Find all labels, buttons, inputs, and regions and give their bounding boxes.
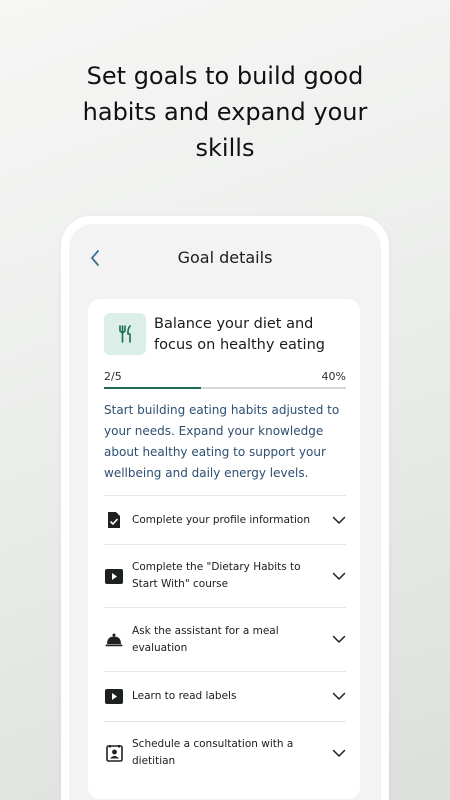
goal-title: Balance your diet and focus on healthy e… bbox=[154, 316, 325, 353]
task-item[interactable]: Learn to read labels bbox=[104, 671, 346, 721]
progress-row: 2/5 40% bbox=[104, 370, 346, 386]
play-icon bbox=[105, 567, 123, 585]
document-check-icon bbox=[105, 511, 123, 529]
goal-description: Start building eating habits adjusted to… bbox=[104, 403, 340, 480]
screen-title: Goal details bbox=[177, 248, 273, 267]
task-item[interactable]: Complete the "Dietary Habits to Start Wi… bbox=[104, 544, 346, 607]
phone-frame: Goal details Balance your diet and focus… bbox=[61, 216, 389, 800]
progress-percent: 40% bbox=[321, 370, 346, 383]
headline-line-2: habits and expand your bbox=[82, 98, 368, 126]
cloche-icon bbox=[105, 631, 123, 649]
progress-count: 2/5 bbox=[104, 370, 122, 383]
chevron-down-icon bbox=[332, 746, 346, 760]
task-item[interactable]: Schedule a consultation with a dietitian bbox=[104, 721, 346, 784]
headline-line-1: Set goals to build good bbox=[86, 62, 364, 90]
goal-card: Balance your diet and focus on healthy e… bbox=[88, 299, 360, 799]
task-item[interactable]: Complete your profile information bbox=[104, 495, 346, 544]
task-item[interactable]: Ask the assistant for a meal evaluation bbox=[104, 607, 346, 671]
task-label: Learn to read labels bbox=[132, 690, 237, 702]
play-icon bbox=[105, 688, 123, 706]
chevron-down-icon bbox=[332, 633, 346, 647]
task-label: Complete your profile information bbox=[132, 513, 310, 526]
headline-line-3: skills bbox=[195, 134, 255, 162]
promo-headline: Set goals to build good habits and expan… bbox=[0, 58, 450, 166]
task-label: Ask the assistant for a meal evaluation bbox=[132, 624, 279, 654]
task-list: Complete your profile information Comple… bbox=[104, 495, 346, 784]
top-bar: Goal details bbox=[69, 246, 381, 270]
progress-bar bbox=[104, 387, 346, 389]
app-screen: Goal details Balance your diet and focus… bbox=[69, 224, 381, 800]
chevron-down-icon bbox=[332, 569, 346, 583]
chevron-down-icon bbox=[332, 690, 346, 704]
progress-bar-fill bbox=[104, 387, 201, 389]
fork-knife-icon bbox=[119, 325, 131, 343]
goal-icon-tile bbox=[104, 313, 146, 355]
chevron-down-icon bbox=[332, 513, 346, 527]
goal-header: Balance your diet and focus on healthy e… bbox=[104, 313, 348, 356]
task-label: Schedule a consultation with a dietitian bbox=[132, 738, 294, 767]
contact-card-icon bbox=[105, 744, 123, 762]
task-label: Complete the "Dietary Habits to Start Wi… bbox=[132, 561, 301, 590]
